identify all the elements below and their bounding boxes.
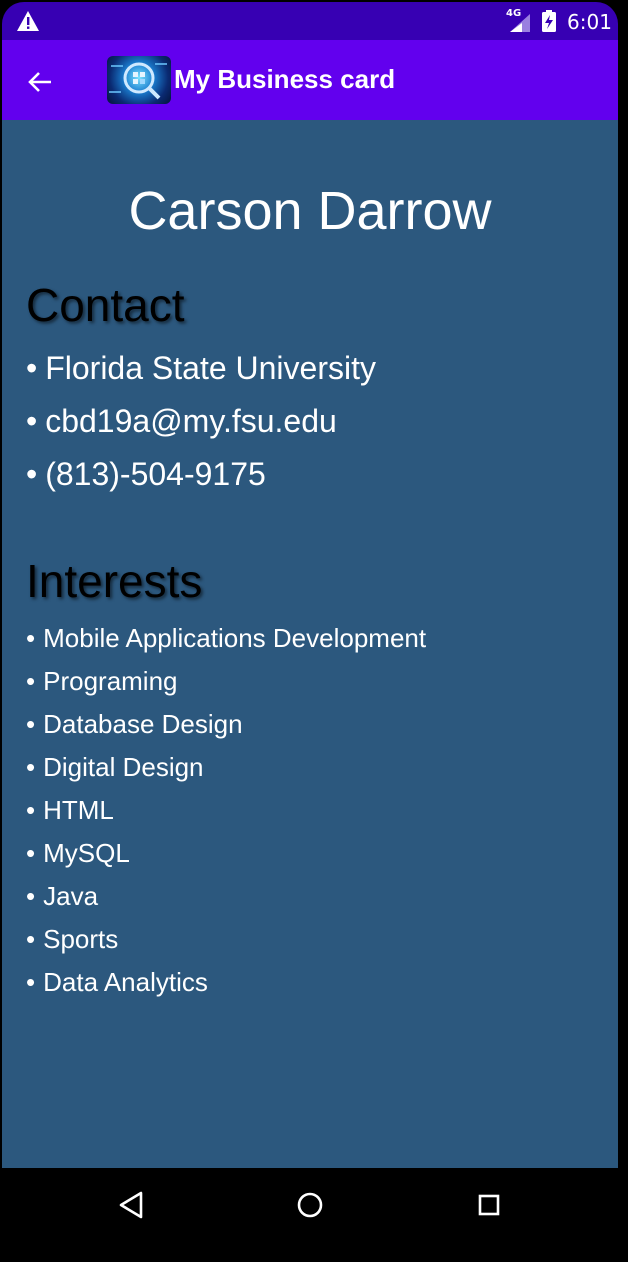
bullet: • [26, 623, 36, 653]
contact-phone: (813)-504-9175 [45, 456, 266, 492]
interest-item: • MySQL [26, 832, 426, 875]
bullet: • [26, 456, 38, 492]
bullet: • [26, 881, 36, 911]
contact-list: • Florida State University • cbd19a@my.fsu… [26, 342, 376, 501]
clock-time: 6:01 [567, 10, 612, 34]
app-bar: My Business card [2, 40, 618, 120]
interest-item: • Digital Design [26, 746, 426, 789]
bullet: • [26, 350, 38, 386]
signal-icon [510, 14, 530, 32]
bullet: • [26, 666, 36, 696]
interest-item: • Sports [26, 918, 426, 961]
arrow-back-icon[interactable] [26, 68, 54, 96]
interests-heading: Interests [26, 555, 203, 607]
app-logo-icon [107, 56, 171, 104]
interest-item: • HTML [26, 789, 426, 832]
contact-item: • Florida State University [26, 342, 376, 395]
contact-heading: Contact [26, 279, 185, 331]
status-bar: 4G 6:01 [2, 2, 618, 40]
person-name: Carson Darrow [128, 181, 492, 241]
device-frame: 4G 6:01 My Business card Carson Darrow C… [0, 0, 628, 1262]
interest-label: Mobile Applications Development [43, 623, 427, 653]
home-circle-icon[interactable] [293, 1188, 327, 1222]
business-card-content: Carson Darrow Contact • Florida State Uni… [2, 120, 618, 1168]
contact-school: Florida State University [45, 350, 376, 386]
interest-label: Data Analytics [43, 967, 208, 997]
warning-icon [17, 11, 39, 31]
bullet: • [26, 924, 36, 954]
battery-charging-icon [542, 10, 556, 32]
contact-item: • cbd19a@my.fsu.edu [26, 395, 376, 448]
interest-item: • Mobile Applications Development [26, 617, 426, 660]
interest-item: • Database Design [26, 703, 426, 746]
contact-item: • (813)-504-9175 [26, 448, 376, 501]
interest-label: Programing [43, 666, 178, 696]
bullet: • [26, 795, 36, 825]
recents-square-icon[interactable] [472, 1188, 506, 1222]
bullet: • [26, 403, 38, 439]
interest-item: • Java [26, 875, 426, 918]
bullet: • [26, 709, 36, 739]
system-navigation-bar [2, 1168, 618, 1242]
interest-item: • Programing [26, 660, 426, 703]
interest-label: MySQL [43, 838, 130, 868]
app-title: My Business card [174, 64, 396, 94]
interest-label: HTML [43, 795, 114, 825]
interest-label: Digital Design [43, 752, 204, 782]
bullet: • [26, 752, 36, 782]
interest-label: Sports [43, 924, 119, 954]
interest-label: Database Design [43, 709, 243, 739]
interest-item: • Data Analytics [26, 961, 426, 1004]
interests-list: • Mobile Applications Development • Progra… [26, 617, 426, 1004]
back-triangle-icon[interactable] [115, 1188, 149, 1222]
interest-label: Java [43, 881, 99, 911]
contact-email: cbd19a@my.fsu.edu [45, 403, 337, 439]
bullet: • [26, 967, 36, 997]
bullet: • [26, 838, 36, 868]
screen: 4G 6:01 My Business card Carson Darrow C… [2, 2, 618, 1242]
